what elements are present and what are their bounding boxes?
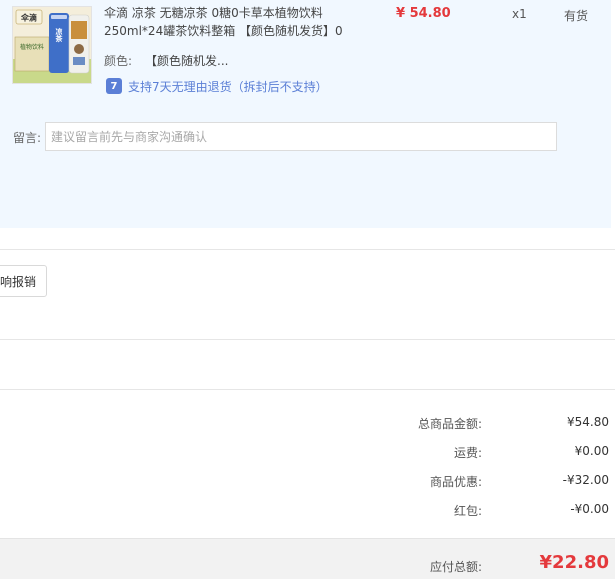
- summary-row-shipping: 运费: ¥0.00: [0, 444, 615, 462]
- summary-row-red-packet: 红包: -¥0.00: [0, 502, 615, 520]
- stock-status: 有货: [564, 9, 589, 23]
- summary-value: -¥0.00: [570, 502, 609, 516]
- invoice-button[interactable]: 响报销: [0, 265, 47, 297]
- total-bar: 应付总额: ¥22.80: [0, 538, 615, 579]
- summary-value: ¥0.00: [574, 444, 609, 458]
- section-divider: [0, 249, 615, 250]
- summary-label: 商品优惠:: [429, 475, 482, 489]
- product-panel: 伞滴 植物饮料 凉茶 伞滴 凉茶 无糖凉茶 0糖0卡草本植物饮料250ml*24…: [0, 0, 611, 228]
- section-divider: [0, 339, 615, 340]
- attribute-value: 【颜色随机发...: [145, 54, 229, 68]
- note-input[interactable]: [45, 122, 557, 151]
- product-price: ¥ 54.80: [396, 6, 451, 21]
- summary-row-discount: 商品优惠: -¥32.00: [0, 473, 615, 491]
- image-brand-text: 伞滴: [20, 13, 37, 23]
- summary-value: -¥32.00: [562, 473, 609, 487]
- summary-row-goods-total: 总商品金额: ¥54.80: [0, 415, 615, 433]
- image-can-text: 凉茶: [55, 27, 64, 43]
- attribute-label: 颜色:: [104, 54, 133, 68]
- total-label: 应付总额:: [429, 560, 482, 574]
- return-policy-text: 支持7天无理由退货（拆封后不支持）: [128, 79, 328, 94]
- summary-label: 运费:: [453, 446, 482, 460]
- summary-label: 红包:: [453, 504, 482, 518]
- product-thumbnail[interactable]: 伞滴 植物饮料 凉茶: [12, 6, 92, 84]
- return-policy[interactable]: 7 支持7天无理由退货（拆封后不支持）: [106, 77, 328, 95]
- note-label: 留言:: [13, 131, 42, 145]
- product-quantity: x1: [512, 7, 527, 21]
- summary-label: 总商品金额:: [417, 417, 482, 431]
- total-amount: ¥22.80: [539, 552, 609, 573]
- product-title[interactable]: 伞滴 凉茶 无糖凉茶 0糖0卡草本植物饮料250ml*24罐茶饮料整箱 【颜色随…: [104, 4, 349, 40]
- image-box-text: 植物饮料: [20, 43, 44, 51]
- section-divider: [0, 389, 615, 390]
- summary-value: ¥54.80: [567, 415, 609, 429]
- seven-day-return-icon: 7: [106, 78, 122, 94]
- product-image: 伞滴 植物饮料 凉茶: [13, 7, 91, 83]
